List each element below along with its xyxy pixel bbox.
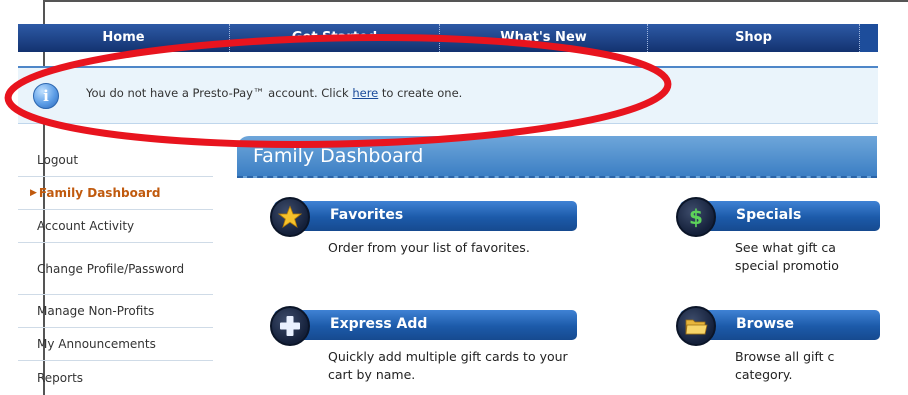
sidebar-item-label: Logout: [37, 153, 79, 167]
banner-prefix: You do not have a Presto-Pay™ account. C…: [86, 86, 353, 100]
banner-message: You do not have a Presto-Pay™ account. C…: [86, 86, 462, 100]
sidebar-item-label: Change Profile/Password: [37, 261, 185, 276]
nav-home[interactable]: Home: [18, 24, 230, 52]
favorites-button[interactable]: Favorites: [274, 201, 577, 231]
active-arrow-icon: ▶: [30, 188, 37, 198]
express-add-description: Quickly add multiple gift cards to your …: [328, 349, 568, 382]
specials-description: See what gift ca special promotio: [735, 239, 895, 275]
favorites-description: Order from your list of favorites.: [328, 240, 530, 255]
sidebar-item-manage-non-profits[interactable]: Manage Non-Profits: [18, 295, 213, 328]
create-account-link[interactable]: here: [352, 86, 378, 100]
browse-desc-line: Browse all gift c: [735, 349, 835, 364]
specials-label: Specials: [736, 207, 802, 223]
sidebar-item-my-announcements[interactable]: My Announcements: [18, 328, 213, 361]
nav-get-started[interactable]: Get Started: [230, 24, 440, 52]
plus-icon[interactable]: [270, 306, 310, 346]
browse-desc-line: category.: [735, 367, 793, 382]
browse-label: Browse: [736, 316, 794, 332]
sidebar-item-label: Family Dashboard: [38, 186, 161, 200]
express-add-label: Express Add: [330, 316, 428, 332]
browse-description: Browse all gift c category.: [735, 348, 895, 384]
nav-whats-new[interactable]: What's New: [440, 24, 648, 52]
nav-item-cut-off[interactable]: [860, 24, 878, 52]
sidebar-item-label: Reports: [37, 370, 84, 385]
dollar-glyph: $: [689, 205, 703, 229]
info-icon: i: [33, 83, 59, 109]
top-navigation: Home Get Started What's New Shop: [18, 24, 878, 52]
specials-desc-line: See what gift ca: [735, 240, 836, 255]
banner-suffix: to create one.: [378, 86, 463, 100]
nav-shop[interactable]: Shop: [648, 24, 860, 52]
sidebar-item-label: My Announcements: [37, 337, 156, 351]
sidebar-menu: Logout ▶ Family Dashboard Account Activit…: [18, 144, 213, 394]
specials-desc-line: special promotio: [735, 258, 839, 273]
dollar-icon[interactable]: $: [676, 197, 716, 237]
sidebar-item-family-dashboard[interactable]: ▶ Family Dashboard: [18, 177, 213, 210]
express-add-button[interactable]: Express Add: [274, 310, 577, 340]
star-icon[interactable]: [270, 197, 310, 237]
sidebar-item-change-profile[interactable]: Change Profile/Password: [18, 243, 213, 295]
sidebar-item-reports[interactable]: Reports: [18, 361, 213, 394]
page-title: Family Dashboard: [253, 145, 424, 167]
sidebar-item-label: Manage Non-Profits: [37, 304, 155, 318]
info-banner: i You do not have a Presto-Pay™ account.…: [18, 66, 878, 124]
sidebar-item-label: Account Activity: [37, 219, 135, 233]
favorites-label: Favorites: [330, 207, 404, 223]
sidebar-item-account-activity[interactable]: Account Activity: [18, 210, 213, 243]
folder-icon[interactable]: [676, 306, 716, 346]
section-header: Family Dashboard: [237, 136, 877, 178]
sidebar-item-logout[interactable]: Logout: [18, 144, 213, 177]
